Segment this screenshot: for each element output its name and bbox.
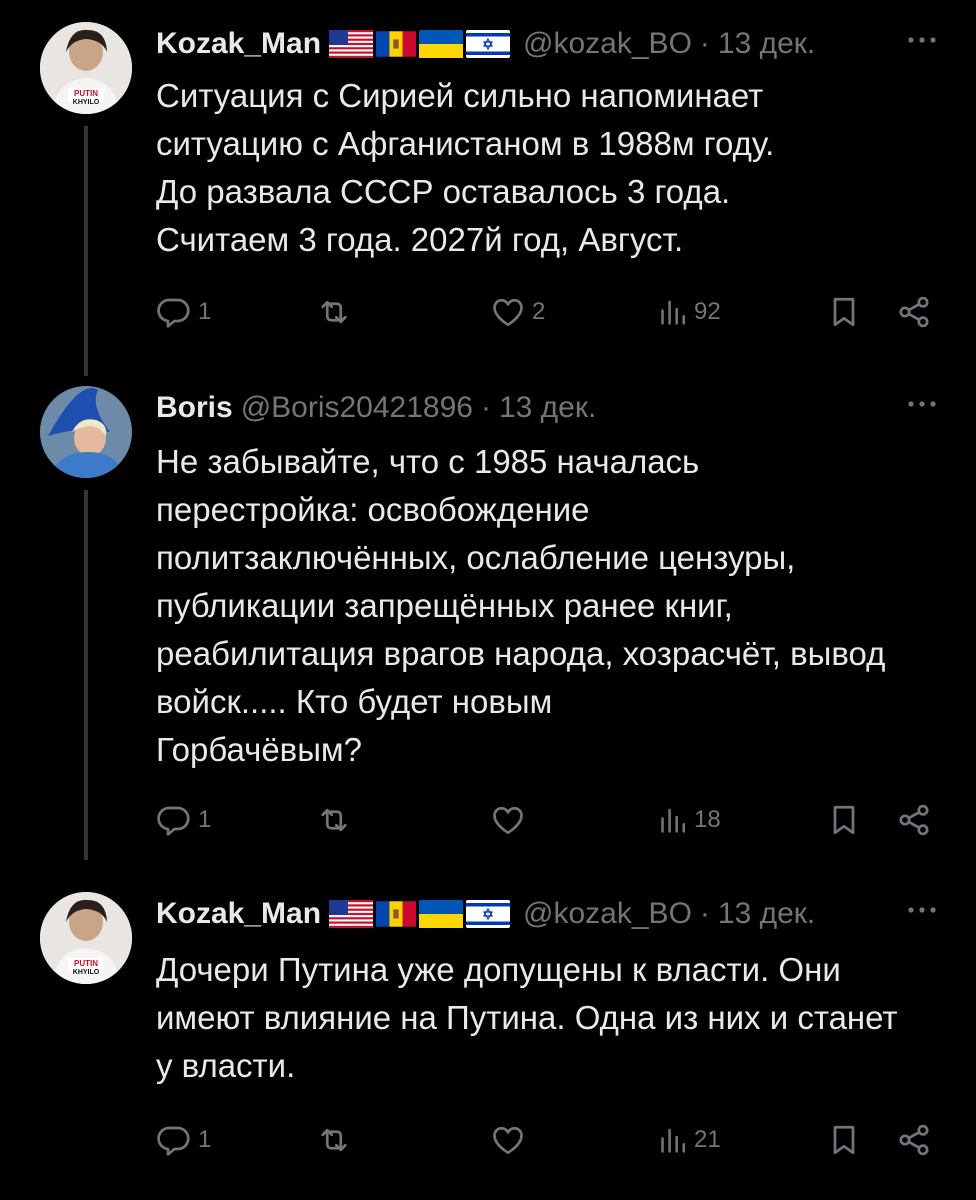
like-count: 2	[532, 298, 546, 325]
share-icon	[896, 1122, 932, 1158]
views-icon	[654, 295, 688, 329]
reply-icon	[156, 1122, 192, 1158]
more-icon[interactable]	[904, 900, 940, 920]
ukraine-flag-icon	[419, 30, 463, 58]
views-count: 21	[694, 1126, 721, 1153]
like-button[interactable]: 2	[490, 290, 545, 334]
like-button[interactable]	[490, 798, 532, 842]
moldova-flag-icon	[376, 900, 416, 928]
avatar-photo-icon: PUTIN KHYILO	[40, 22, 132, 114]
author-handle[interactable]: @kozak_BO	[523, 27, 692, 61]
views-button[interactable]: 18	[654, 798, 721, 842]
reply-button[interactable]: 1	[156, 1118, 211, 1162]
avatar-photo-icon	[40, 386, 132, 478]
author-name[interactable]: Boris	[156, 391, 233, 425]
us-flag-icon	[329, 900, 373, 928]
avatar-boris[interactable]	[40, 386, 132, 478]
tweet-text: Ситуация с Сирией сильно напоминает ситу…	[156, 77, 775, 258]
views-button[interactable]: 92	[654, 290, 721, 334]
tweet-header: Kozak_Man @kozak_BO · 13 дек.	[156, 22, 940, 66]
like-icon	[490, 1122, 526, 1158]
like-icon	[490, 802, 526, 838]
avatar-photo-icon: PUTIN KHYILO	[40, 892, 132, 984]
bookmark-button[interactable]	[826, 290, 862, 334]
tweet-header: Kozak_Man @kozak_BO · 13 дек.	[156, 892, 940, 936]
ukraine-flag-icon	[419, 900, 463, 928]
views-icon	[654, 1123, 688, 1157]
share-button[interactable]	[896, 1118, 932, 1162]
author-handle[interactable]: @Boris20421896	[241, 391, 473, 425]
share-icon	[896, 294, 932, 330]
tweet-date[interactable]: 13 дек.	[718, 897, 815, 931]
reply-button[interactable]: 1	[156, 290, 211, 334]
tweet-actions: 1 2 92	[156, 290, 946, 334]
repost-button[interactable]	[316, 1118, 358, 1162]
svg-text:KHYILO: KHYILO	[73, 969, 100, 976]
bookmark-button[interactable]	[826, 798, 862, 842]
thread-line	[84, 126, 88, 376]
author-name[interactable]: Kozak_Man	[156, 897, 321, 931]
like-icon	[490, 294, 526, 330]
more-icon[interactable]	[904, 394, 940, 414]
svg-text:PUTIN: PUTIN	[74, 959, 98, 968]
reply-count: 1	[198, 806, 212, 833]
repost-button[interactable]	[316, 290, 358, 334]
us-flag-icon	[329, 30, 373, 58]
israel-flag-icon	[466, 900, 510, 928]
author-flags	[329, 900, 513, 928]
reply-icon	[156, 802, 192, 838]
moldova-flag-icon	[376, 30, 416, 58]
like-button[interactable]	[490, 1118, 532, 1162]
reply-icon	[156, 294, 192, 330]
share-icon	[896, 802, 932, 838]
tweet-3[interactable]: PUTIN KHYILO Kozak_Man @kozak_BO · 13 де…	[0, 892, 976, 1192]
tweet-text: Дочери Путина уже допущены к власти. Они…	[156, 951, 898, 1084]
share-button[interactable]	[896, 290, 932, 334]
tweet-actions: 1 18	[156, 798, 946, 842]
bookmark-icon	[826, 294, 862, 330]
repost-button[interactable]	[316, 798, 358, 842]
tweet-date[interactable]: 13 дек.	[718, 27, 815, 61]
repost-icon	[316, 294, 352, 330]
repost-icon	[316, 1122, 352, 1158]
tweet-header: Boris @Boris20421896 · 13 дек.	[156, 386, 940, 430]
more-icon[interactable]	[904, 30, 940, 50]
author-flags	[329, 30, 513, 58]
avatar-kozak-man[interactable]: PUTIN KHYILO	[40, 892, 132, 984]
tweet-text: Не забывайте, что с 1985 началась перест…	[156, 443, 886, 768]
author-handle[interactable]: @kozak_BO	[523, 897, 692, 931]
separator-dot: ·	[699, 897, 710, 930]
views-icon	[654, 803, 688, 837]
reply-button[interactable]: 1	[156, 798, 211, 842]
repost-icon	[316, 802, 352, 838]
svg-text:KHYILO: KHYILO	[73, 99, 100, 106]
tweet-2[interactable]: Boris @Boris20421896 · 13 дек. Не забыва…	[0, 386, 976, 860]
tweet-date[interactable]: 13 дек.	[499, 391, 596, 425]
bookmark-icon	[826, 1122, 862, 1158]
reply-count: 1	[198, 298, 212, 325]
share-button[interactable]	[896, 798, 932, 842]
views-count: 92	[694, 298, 721, 325]
svg-text:PUTIN: PUTIN	[74, 89, 98, 98]
bookmark-icon	[826, 802, 862, 838]
views-button[interactable]: 21	[654, 1118, 721, 1162]
thread-line	[84, 490, 88, 860]
avatar-kozak-man[interactable]: PUTIN KHYILO	[40, 22, 132, 114]
separator-dot: ·	[699, 27, 710, 60]
tweet-actions: 1 21	[156, 1118, 946, 1162]
views-count: 18	[694, 806, 721, 833]
separator-dot: ·	[480, 391, 491, 424]
tweet-1[interactable]: PUTIN KHYILO Kozak_Man @kozak_BO · 13 де…	[0, 22, 976, 376]
author-name[interactable]: Kozak_Man	[156, 27, 321, 61]
bookmark-button[interactable]	[826, 1118, 862, 1162]
israel-flag-icon	[466, 30, 510, 58]
reply-count: 1	[198, 1126, 212, 1153]
